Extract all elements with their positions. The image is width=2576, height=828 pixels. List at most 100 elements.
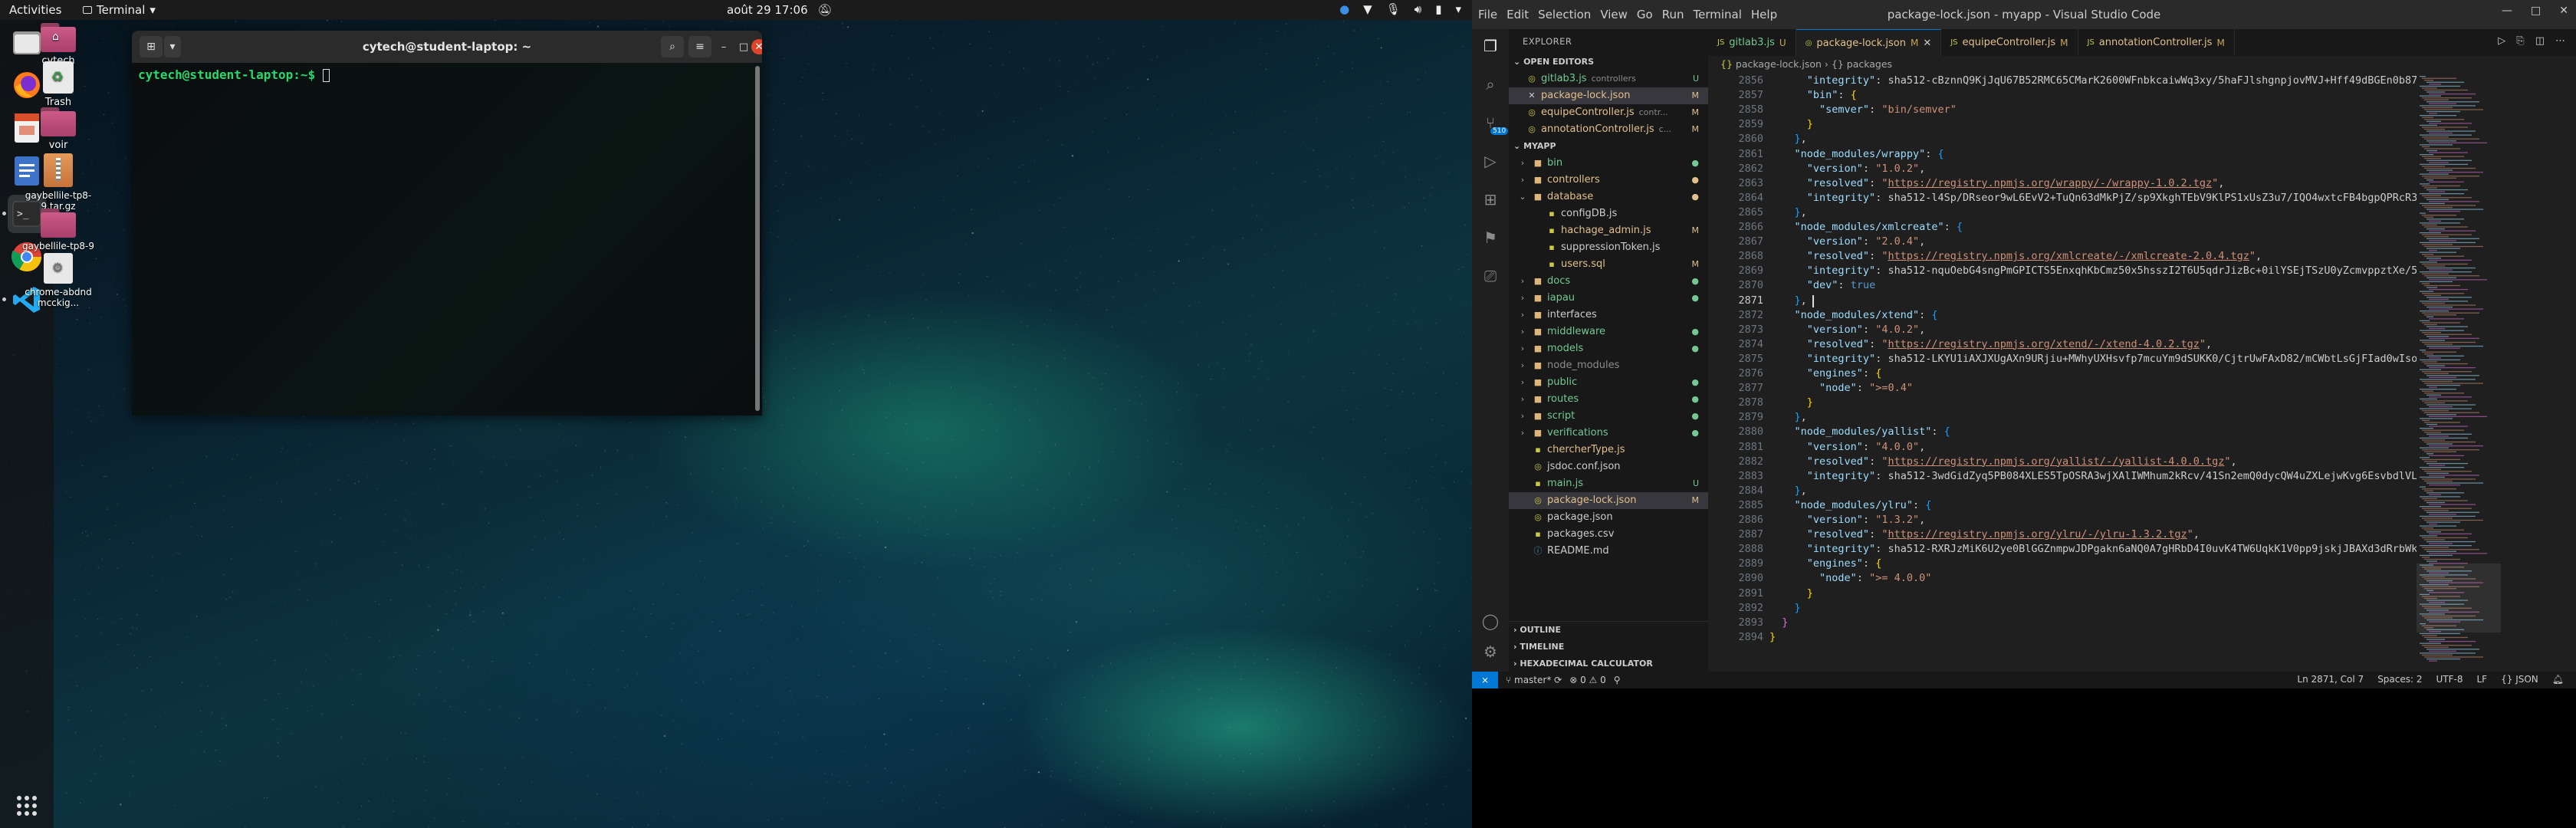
explorer-icon[interactable]: ❐ (1481, 37, 1500, 55)
maximize-button[interactable]: □ (736, 39, 751, 54)
tree-item-routes[interactable]: › ■ routes ● (1509, 391, 1708, 408)
desktop-icon-archive[interactable]: gaybellile-tp8-9.tar.gz (21, 153, 95, 212)
minimize-button[interactable]: – (716, 39, 731, 54)
terminal-window[interactable]: ⊞ ▾ cytech@student-laptop: ~ ⌕ ≡ – □ ✕ c… (132, 31, 762, 416)
tree-item-jsdoc-conf-json[interactable]: ◎ jsdoc.conf.json (1509, 458, 1708, 475)
desktop-icon-chrome-app[interactable]: ⚙ chrome-abdndmcckig... (21, 253, 95, 308)
code-line: "node_modules/xmlcreate": { (1794, 221, 1963, 233)
breadcrumb-file[interactable]: package-lock.json (1736, 58, 1822, 70)
section-label: HEXADECIMAL CALCULATOR (1520, 659, 1653, 669)
notifications-bell-icon[interactable]: 🔔︎ (2552, 674, 2564, 685)
open-editor-item[interactable]: ◎ gitlab3.js controllers U (1509, 71, 1708, 87)
show-apps-button[interactable] (8, 787, 46, 825)
desktop-icon-voir[interactable]: voir (21, 107, 95, 151)
archive-icon (44, 153, 73, 187)
open-editor-item[interactable]: ✕ package-lock.json M (1509, 87, 1708, 104)
open-editors-header[interactable]: ⌄ OPEN EDITORS (1509, 54, 1708, 71)
minimize-button[interactable]: — (2502, 5, 2512, 17)
git-status-badge: ● (1691, 192, 1699, 202)
line-number: 2869 (1738, 264, 1763, 278)
problems-indicator[interactable]: ⊗ 0 ⚠ 0 (1569, 675, 1606, 685)
tree-item-cherchertype-js[interactable]: ▪ chercherType.js (1509, 442, 1708, 458)
clock[interactable]: août 29 17:06 🔕︎ (727, 3, 832, 17)
tab-equipecontroller-js[interactable]: JS equipeController.js M (1941, 29, 2078, 56)
open-editor-item[interactable]: ◎ annotationController.js c... M (1509, 121, 1708, 138)
minimap[interactable] (2417, 73, 2501, 672)
tree-item-configdb-js[interactable]: ▪ configDB.js (1509, 205, 1708, 222)
activities-button[interactable]: Activities (9, 3, 61, 17)
terminal-scrollbar[interactable] (755, 66, 760, 411)
app-menu-button[interactable]: Terminal ▾ (83, 3, 156, 17)
tree-item-iapau[interactable]: › ■ iapau ● (1509, 290, 1708, 307)
desktop-icon-gaybellile[interactable]: gaybellile-tp8-9 (21, 209, 95, 251)
tree-item-package-json[interactable]: ◎ package.json (1509, 509, 1708, 526)
section-hexadecimal-calculator[interactable]: › HEXADECIMAL CALCULATOR (1509, 656, 1708, 672)
tree-item-bin[interactable]: › ■ bin ● (1509, 155, 1708, 172)
tree-item-script[interactable]: › ■ script ● (1509, 408, 1708, 425)
close-button[interactable]: ✕ (751, 39, 762, 54)
maximize-button[interactable]: □ (2531, 5, 2541, 17)
tree-item-models[interactable]: › ■ models ● (1509, 340, 1708, 357)
compare-icon[interactable]: ⎘ (2516, 35, 2524, 47)
tree-item-readme-md[interactable]: ⓘ README.md (1509, 543, 1708, 560)
code-line: "integrity": sha512-LKYU1iAXJXUgAXn9URji… (1806, 352, 2443, 365)
more-actions-icon[interactable]: ⋯ (2555, 35, 2565, 47)
open-editor-item[interactable]: ◎ equipeController.js contr... M (1509, 104, 1708, 121)
tree-item-main-js[interactable]: ▪ main.js U (1509, 475, 1708, 492)
tree-item-users-sql[interactable]: ▪ users.sql M (1509, 256, 1708, 273)
line-ending[interactable]: LF (2476, 674, 2487, 685)
run-debug-icon[interactable]: ▷ (1481, 152, 1500, 170)
code-line: "resolved": "https://registry.npmjs.org/… (1806, 528, 2200, 541)
battery-icon: ▮ (1435, 2, 1442, 16)
tree-item-node-modules[interactable]: › ■ node_modules (1509, 357, 1708, 374)
search-icon[interactable]: ⌕ (1481, 75, 1500, 94)
tree-item-suppressiontoken-js[interactable]: ▪ suppressionToken.js (1509, 239, 1708, 256)
vscode-window[interactable]: File Edit Selection View Go Run Terminal Help p… (1472, 0, 2576, 828)
search-button[interactable]: ⌕ (661, 36, 684, 58)
tree-item-label: package.json (1547, 511, 1613, 523)
desktop-icon-trash[interactable]: ♻ Trash (21, 61, 95, 108)
close-icon[interactable]: ✕ (1526, 87, 1538, 104)
remote-indicator[interactable]: ⨯ (1472, 672, 1498, 688)
remote-explorer-icon[interactable]: ⎚ (1481, 267, 1500, 285)
tab-package-lock-json[interactable]: ◎ package-lock.json M ✕ (1796, 29, 1942, 56)
section-timeline[interactable]: › TIMELINE (1509, 639, 1708, 656)
tab-gitlab3-js[interactable]: JS gitlab3.js U (1708, 29, 1796, 56)
bookmarks-icon[interactable]: ⚑ (1481, 228, 1500, 247)
app-indicator-icon: ● (1339, 2, 1350, 16)
vscode-titlebar[interactable]: File Edit Selection View Go Run Terminal Help p… (1472, 0, 2576, 29)
tree-item-interfaces[interactable]: › ■ interfaces (1509, 307, 1708, 324)
branch-indicator[interactable]: ⑂ master* ⟳ (1506, 675, 1562, 685)
terminal-titlebar[interactable]: ⊞ ▾ cytech@student-laptop: ~ ⌕ ≡ – □ ✕ (132, 31, 762, 63)
encoding[interactable]: UTF-8 (2436, 674, 2463, 685)
tree-item-middleware[interactable]: › ■ middleware ● (1509, 324, 1708, 340)
tree-item-package-lock-json[interactable]: ◎ package-lock.json M (1509, 492, 1708, 509)
terminal-body[interactable]: cytech@student-laptop:~$ (132, 63, 762, 416)
desktop-icon-cytech[interactable]: ⌂ cytech (21, 23, 95, 67)
hamburger-menu-button[interactable]: ≡ (688, 36, 711, 58)
tree-item-database[interactable]: ⌄ ■ database ● (1509, 189, 1708, 205)
indentation[interactable]: Spaces: 2 (2377, 674, 2422, 685)
tree-item-verifications[interactable]: › ■ verifications ● (1509, 425, 1708, 442)
tree-item-public[interactable]: › ■ public ● (1509, 374, 1708, 391)
language-mode[interactable]: {} JSON (2501, 674, 2538, 685)
split-editor-icon[interactable]: ◫ (2535, 35, 2545, 47)
ports-icon[interactable]: ⚲ (1614, 675, 1621, 685)
breadcrumb-symbol[interactable]: {} packages (1832, 58, 1892, 70)
system-tray[interactable]: ● ▼ 🎙︎ 🔊︎ ▮ ▾ (1339, 2, 1461, 16)
tree-item-packages-csv[interactable]: ▪ packages.csv (1509, 526, 1708, 543)
run-icon[interactable]: ▷ (2498, 35, 2505, 47)
tab-annotationcontroller-js[interactable]: JS annotationController.js M (2078, 29, 2235, 56)
tree-item-controllers[interactable]: › ■ controllers ● (1509, 172, 1708, 189)
close-button[interactable]: ✕ (2559, 5, 2568, 17)
extensions-icon[interactable]: ⊞ (1481, 190, 1500, 209)
accounts-icon[interactable]: ◯ (1481, 612, 1500, 630)
close-icon[interactable]: ✕ (1923, 38, 1931, 49)
tree-item-docs[interactable]: › ■ docs ● (1509, 273, 1708, 290)
project-header[interactable]: ⌄ MYAPP (1509, 138, 1708, 155)
cursor-position[interactable]: Ln 2871, Col 7 (2297, 674, 2364, 685)
section-outline[interactable]: › OUTLINE (1509, 622, 1708, 639)
settings-gear-icon[interactable]: ⚙ (1481, 642, 1500, 661)
tree-item-hachage-admin-js[interactable]: ▪ hachage_admin.js M (1509, 222, 1708, 239)
tree-item-label: database (1547, 191, 1594, 202)
